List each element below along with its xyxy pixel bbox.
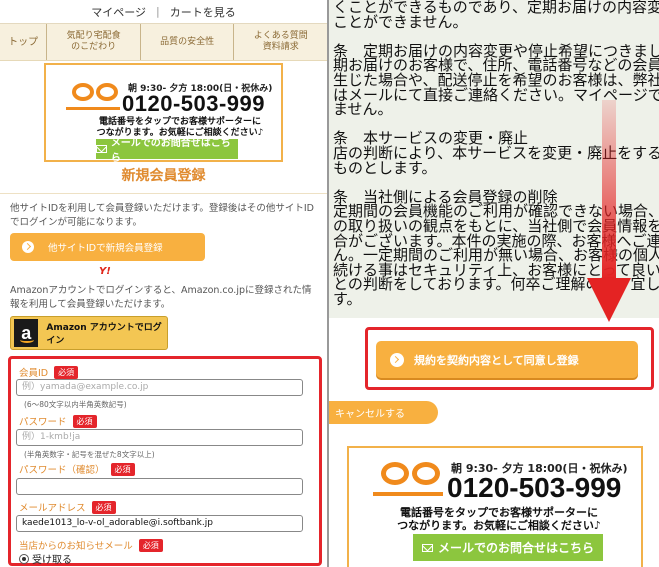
amazon-login-button[interactable]: a Amazon アカウントでログイン (10, 316, 168, 350)
other-site-text: 他サイトIDを利用して会員登録いただけます。登録後はその他サイトIDでログインが… (10, 203, 314, 228)
newsletter-option-label: 受け取る (32, 555, 72, 566)
left-pane: マイページ | カートを見る トップ 気配り宅配食 のこだわり 品質の安全性 よく… (0, 0, 327, 567)
required-badge: 必須 (72, 414, 97, 428)
phone-number[interactable]: 0120-503-999 (122, 91, 265, 117)
mail-icon (421, 543, 433, 552)
password-confirm-label-text: パスワード（確認） (19, 465, 105, 476)
terms-line: す。 (333, 290, 362, 308)
member-id-label: 会員ID 必須 (19, 365, 79, 379)
radio-selected-icon[interactable] (19, 553, 29, 564)
email-label: メールアドレス 必須 (19, 500, 116, 514)
mail-inquiry-label: メールでのお問合せはこちら (437, 541, 594, 555)
top-nav: マイページ | カートを見る (0, 0, 327, 24)
phone-banner[interactable]: 朝 9:30- 夕方 18:00(日・祝休み) 0120-503-999 電話番… (44, 63, 283, 164)
nav-separator: | (156, 5, 160, 18)
mail-icon (96, 145, 107, 153)
amazon-icon: a (14, 319, 39, 347)
email-label-text: メールアドレス (19, 503, 86, 514)
phone-note-line2: つながります。お気軽にご相談ください♪ (397, 519, 601, 532)
arrow-circle-icon (390, 352, 404, 367)
mail-inquiry-button[interactable]: メールでのお問合せはこちら (96, 138, 238, 164)
nav-faq-label-1: よくある質問 (253, 31, 308, 41)
nav-kodawari-label-1: 気配り宅配食 (66, 31, 121, 41)
newsletter-radio[interactable]: 受け取る (19, 551, 72, 566)
right-pane: くことができるものであり、定期お届けの内容変更 ことができません。条 定期お届けの… (327, 0, 659, 567)
arrow-circle-icon (22, 241, 34, 253)
red-arrow-down-icon (587, 278, 631, 322)
agree-register-button[interactable]: 規約を契約内容として同意し登録 (376, 341, 638, 378)
phone-note-line1: 電話番号をタップでお客様サポーターに (400, 506, 598, 519)
phone-number[interactable]: 0120-503-999 (447, 472, 621, 504)
password-label: パスワード 必須 (19, 414, 97, 428)
terms-line: ものとします。 (333, 158, 437, 177)
nav-faq-label-2: 資料請求 (262, 42, 299, 52)
cart-link[interactable]: カートを見る (170, 4, 236, 20)
agree-register-label: 規約を契約内容として同意し登録 (414, 353, 579, 367)
freedial-icon (66, 83, 120, 110)
password-confirm-label: パスワード（確認） 必須 (19, 462, 135, 476)
nav-faq[interactable]: よくある質問 資料請求 (234, 24, 327, 60)
password-input[interactable]: 例）1-kmb!ja (16, 429, 303, 446)
required-badge: 必須 (110, 462, 135, 476)
phone-note: 電話番号をタップでお客様サポーターに つながります。お気軽にご相談ください♪ (379, 506, 619, 532)
nav-kodawari[interactable]: 気配り宅配食 のこだわり (47, 24, 141, 60)
member-id-hint: (6～80文字以内半角英数記号) (24, 400, 127, 409)
email-input[interactable]: kaede1013_lo-v-ol_adorable@i.softbank.jp (16, 515, 303, 532)
mail-inquiry-label: メールでのお問合せはこちら (110, 138, 231, 164)
required-badge: 必須 (138, 538, 163, 552)
title-divider (0, 193, 327, 194)
required-badge: 必須 (54, 365, 79, 379)
cancel-button[interactable]: キャンセルする (329, 401, 438, 424)
mail-inquiry-button[interactable]: メールでのお問合せはこちら (413, 534, 603, 561)
required-badge: 必須 (91, 500, 116, 514)
member-id-label-text: 会員ID (19, 368, 49, 379)
nav-safety[interactable]: 品質の安全性 (141, 24, 235, 60)
other-site-register-label: 他サイトIDで新規会員登録 (48, 243, 163, 254)
phone-banner-bottom[interactable]: 朝 9:30- 夕方 18:00(日・祝休み) 0120-503-999 電話番… (347, 446, 643, 567)
mypage-link[interactable]: マイページ (91, 4, 146, 20)
freedial-icon (373, 462, 443, 496)
category-nav: トップ 気配り宅配食 のこだわり 品質の安全性 よくある質問 資料請求 (0, 24, 327, 61)
amazon-text: Amazonアカウントでログインすると、Amazon.co.jpに登録された情報… (10, 285, 312, 310)
registration-title: 新規会員登録 (121, 168, 206, 184)
yahoo-logo: Y! (99, 266, 111, 277)
newsletter-label: 当店からのお知らせメール 必須 (19, 538, 163, 552)
amazon-login-label: Amazon アカウントでログイン (46, 323, 162, 346)
password-hint: (半角英数字・記号を混ぜた8文字以上) (24, 450, 155, 459)
nav-kodawari-label-2: のこだわり (71, 42, 117, 52)
member-id-input[interactable]: 例）yamada@example.co.jp (16, 379, 303, 396)
red-arrow-shaft (602, 100, 616, 280)
terms-line: ません。 (333, 100, 393, 119)
password-confirm-input[interactable] (16, 478, 303, 495)
phone-note-line1: 電話番号をタップでお客様サポーターに (98, 117, 261, 127)
terms-line: ことができません。 (333, 12, 468, 31)
other-site-register-button[interactable]: 他サイトIDで新規会員登録 (10, 233, 205, 261)
password-label-text: パスワード (19, 417, 67, 428)
nav-safety-label: 品質の安全性 (160, 36, 215, 47)
newsletter-label-text: 当店からのお知らせメール (19, 541, 133, 552)
nav-top[interactable]: トップ (0, 24, 48, 60)
nav-top-label: トップ (8, 36, 39, 48)
